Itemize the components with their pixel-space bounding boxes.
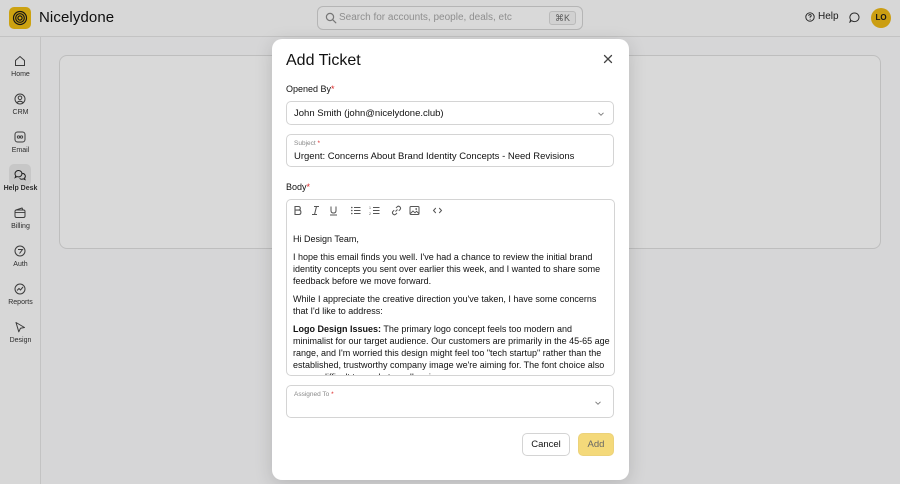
opened-by-value: John Smith (john@nicelydone.club) xyxy=(294,108,444,119)
close-icon[interactable] xyxy=(602,53,614,65)
link-icon[interactable] xyxy=(391,205,402,216)
required-mark: * xyxy=(306,182,311,192)
opened-by-label: Opened By* xyxy=(286,84,335,94)
editor-toolbar: 12 xyxy=(287,200,614,222)
modal-title: Add Ticket xyxy=(286,52,361,69)
required-mark: * xyxy=(331,84,335,94)
editor-content[interactable]: Hi Design Team, I hope this email finds … xyxy=(293,233,611,375)
add-button[interactable]: Add xyxy=(578,433,614,456)
subject-label-text: Subject xyxy=(294,140,316,147)
subject-label: Subject * xyxy=(294,140,320,147)
image-icon[interactable] xyxy=(409,205,420,216)
chevron-down-icon xyxy=(595,401,601,405)
add-ticket-modal: Add Ticket Opened By* John Smith (john@n… xyxy=(272,39,629,480)
underline-icon[interactable] xyxy=(328,205,339,216)
cancel-button[interactable]: Cancel xyxy=(522,433,570,456)
subject-value: Urgent: Concerns About Brand Identity Co… xyxy=(294,151,575,162)
assigned-to-label-text: Assigned To xyxy=(294,391,330,398)
required-mark: * xyxy=(331,391,334,398)
numbered-list-icon[interactable]: 12 xyxy=(369,205,380,216)
opened-by-label-text: Opened By xyxy=(286,84,332,94)
body-label-text: Body xyxy=(286,182,307,192)
body-greeting: Hi Design Team, xyxy=(293,234,359,244)
italic-icon[interactable] xyxy=(310,205,321,216)
assigned-to-label: Assigned To * xyxy=(294,391,334,398)
subject-field[interactable]: Subject * Urgent: Concerns About Brand I… xyxy=(286,134,614,167)
body-paragraph-3-heading: Logo Design Issues: xyxy=(293,324,382,334)
assigned-to-select[interactable]: Assigned To * xyxy=(286,385,614,418)
svg-text:1: 1 xyxy=(369,206,371,210)
bold-icon[interactable] xyxy=(292,205,303,216)
opened-by-select[interactable]: John Smith (john@nicelydone.club) xyxy=(286,101,614,125)
chevron-down-icon xyxy=(598,112,604,116)
body-editor[interactable]: 12 Hi Design Team, I hope this email fin… xyxy=(286,199,615,376)
code-icon[interactable] xyxy=(432,205,443,216)
body-paragraph-3: Logo Design Issues: The primary logo con… xyxy=(293,323,611,375)
body-label: Body* xyxy=(286,182,310,192)
required-mark: * xyxy=(317,140,321,147)
bullet-list-icon[interactable] xyxy=(350,205,361,216)
body-paragraph-1: I hope this email finds you well. I've h… xyxy=(293,252,601,286)
body-paragraph-2: While I appreciate the creative directio… xyxy=(293,294,597,316)
svg-text:2: 2 xyxy=(369,212,371,216)
